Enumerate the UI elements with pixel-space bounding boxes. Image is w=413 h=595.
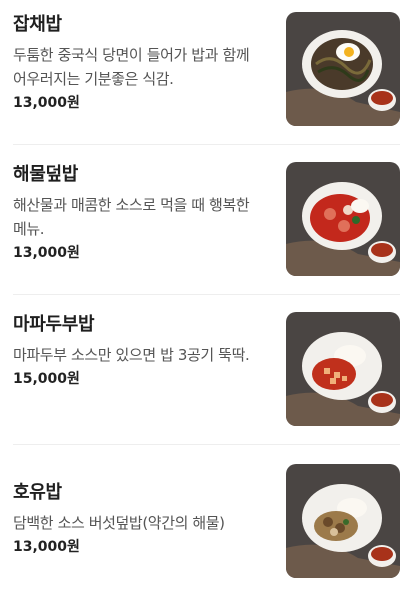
japchae-rice-photo[interactable]: [286, 12, 400, 126]
menu-item-name: 마파두부밥: [13, 314, 95, 335]
menu-item-name: 호유밥: [13, 482, 62, 503]
divider: [13, 144, 400, 145]
menu-item-description: 두툼한 중국식 당면이 들어가 밥과 함께 어우러지는 기분좋은 식감.: [13, 46, 250, 88]
menu-item-name: 잡채밥: [13, 14, 62, 35]
mushroom-rice-photo-icon: [286, 464, 400, 578]
menu-item-price: 15,000원: [13, 371, 80, 387]
mapo-tofu-rice-photo[interactable]: [286, 312, 400, 426]
divider: [13, 444, 400, 445]
menu-item-description: 담백한 소스 버섯덮밥(약간의 해물): [13, 514, 225, 532]
menu-item-text: 마파두부밥 마파두부 소스만 있으면 밥 3공기 뚝딱. 15,000원: [13, 312, 268, 390]
divider: [13, 294, 400, 295]
menu-item-description: 마파두부 소스만 있으면 밥 3공기 뚝딱.: [13, 346, 250, 364]
mushroom-rice-photo[interactable]: [286, 464, 400, 578]
menu-item-japchae-rice[interactable]: 잡채밥 두툼한 중국식 당면이 들어가 밥과 함께 어우러지는 기분좋은 식감.…: [0, 0, 413, 150]
menu-item-price: 13,000원: [13, 95, 80, 111]
menu-list: 잡채밥 두툼한 중국식 당면이 들어가 밥과 함께 어우러지는 기분좋은 식감.…: [0, 0, 413, 595]
menu-item-price: 13,000원: [13, 245, 80, 261]
seafood-rice-photo[interactable]: [286, 162, 400, 276]
menu-item-seafood-rice[interactable]: 해물덮밥 해산물과 매콤한 소스로 먹을 때 행복한 메뉴. 13,000원: [0, 150, 413, 300]
menu-item-description: 해산물과 매콤한 소스로 먹을 때 행복한 메뉴.: [13, 196, 250, 238]
menu-item-price: 13,000원: [13, 539, 80, 555]
menu-item-mapo-tofu-rice[interactable]: 마파두부밥 마파두부 소스만 있으면 밥 3공기 뚝딱. 15,000원: [0, 300, 413, 450]
menu-item-name: 해물덮밥: [13, 164, 79, 185]
menu-item-text: 호유밥 담백한 소스 버섯덮밥(약간의 해물) 13,000원: [13, 480, 268, 558]
seafood-rice-photo-icon: [286, 162, 400, 276]
japchae-rice-photo-icon: [286, 12, 400, 126]
menu-item-mushroom-rice[interactable]: 호유밥 담백한 소스 버섯덮밥(약간의 해물) 13,000원: [0, 450, 413, 595]
mapo-tofu-rice-photo-icon: [286, 312, 400, 426]
menu-item-text: 해물덮밥 해산물과 매콤한 소스로 먹을 때 행복한 메뉴. 13,000원: [13, 162, 268, 264]
menu-item-text: 잡채밥 두툼한 중국식 당면이 들어가 밥과 함께 어우러지는 기분좋은 식감.…: [13, 12, 268, 114]
